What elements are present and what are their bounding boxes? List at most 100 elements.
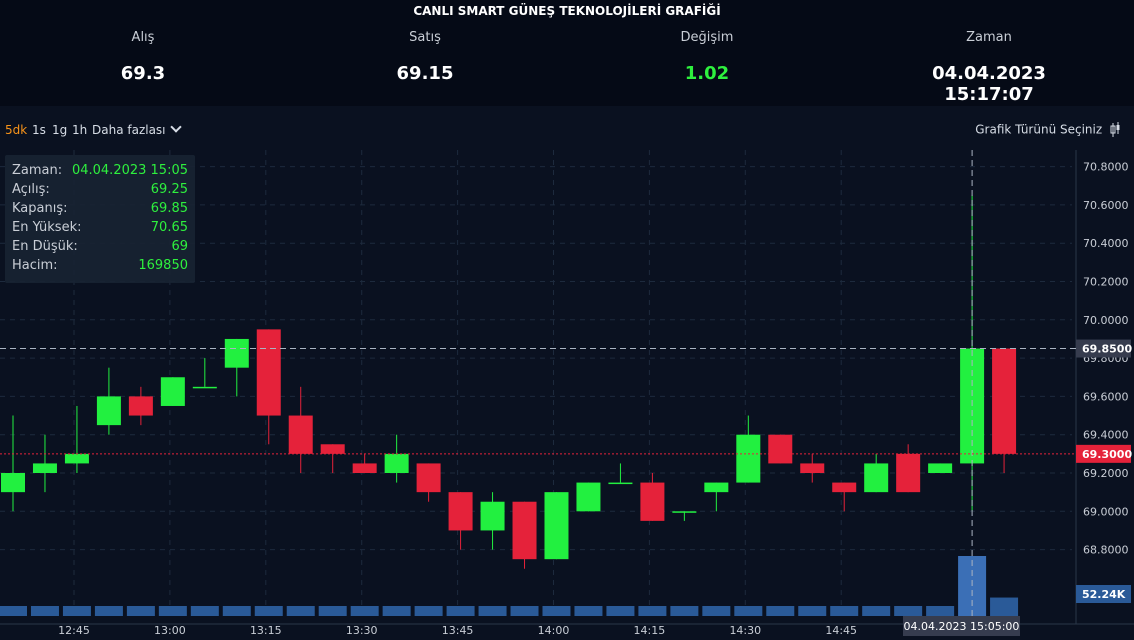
- candle-body: [992, 348, 1017, 454]
- volume-bar: [30, 606, 59, 616]
- tooltip-value: 69.25: [150, 182, 188, 197]
- candle-body: [672, 511, 697, 513]
- stat-ask-label: Satış: [409, 30, 441, 45]
- x-tick-label: 13:00: [154, 624, 186, 637]
- tooltip-row-open: Açılış: 69.25: [12, 182, 188, 201]
- tooltip-key: Hacim:: [12, 258, 58, 273]
- candlestick-icon: [1110, 122, 1120, 137]
- y-tick-label: 68.8000: [1083, 544, 1129, 557]
- volume-bar: [894, 606, 923, 616]
- volume-bar: [638, 606, 667, 616]
- candle-body: [1, 473, 25, 493]
- volume-bar: [286, 606, 315, 616]
- candle-body: [928, 463, 953, 473]
- interval-1h-button[interactable]: 1h: [72, 123, 87, 137]
- stat-ask-value: 69.15: [396, 63, 454, 84]
- tooltip-key: Kapanış:: [12, 201, 68, 216]
- x-tick-label: 13:30: [346, 624, 378, 637]
- candle-body: [320, 444, 345, 454]
- stat-change: Değişim 1.02: [607, 30, 807, 84]
- volume-bar: [158, 606, 187, 616]
- candle-body: [64, 453, 89, 464]
- candle-body: [448, 492, 473, 531]
- stat-time: Zaman 04.04.2023 15:17:07: [889, 30, 1089, 105]
- candle-body: [96, 396, 121, 426]
- interval-1g-button[interactable]: 1g: [52, 123, 67, 137]
- volume-bar: [94, 606, 123, 616]
- candle-body: [576, 482, 601, 512]
- x-tick-label: 14:00: [538, 624, 570, 637]
- candle-body: [416, 463, 441, 493]
- crosshair-time-label: 04.04.2023 15:05:00: [904, 620, 1020, 633]
- volume-bar: [734, 606, 763, 616]
- tooltip-row-low: En Düşük: 69: [12, 239, 188, 258]
- volume-bar: [766, 606, 795, 616]
- candle-body: [608, 482, 633, 485]
- x-tick-label: 14:45: [825, 624, 857, 637]
- stat-change-value: 1.02: [684, 63, 730, 84]
- tooltip-row-time: Zaman: 04.04.2023 15:05: [12, 163, 188, 182]
- tooltip-value: 70.65: [150, 220, 188, 235]
- volume-bar: [222, 606, 251, 616]
- volume-bar: [318, 606, 347, 616]
- candle-body: [480, 501, 505, 531]
- volume-bar: [254, 606, 283, 616]
- candle-body: [128, 396, 153, 416]
- stat-bid-value: 69.3: [120, 63, 166, 84]
- tooltip-key: En Düşük:: [12, 239, 78, 254]
- more-intervals-dropdown[interactable]: Daha fazlası: [92, 121, 182, 137]
- candle-body: [288, 415, 313, 454]
- candle-body: [896, 453, 921, 493]
- volume-bar: [862, 606, 891, 616]
- x-tick-label: 14:15: [634, 624, 666, 637]
- candle-body: [768, 434, 793, 464]
- tooltip-row-high: En Yüksek: 70.65: [12, 220, 188, 239]
- candle-body: [864, 463, 889, 493]
- volume-bar: [990, 597, 1019, 616]
- candle-body: [544, 492, 569, 560]
- volume-bar: [0, 606, 27, 616]
- y-tick-label: 70.8000: [1083, 161, 1129, 174]
- crosshair-price-label: 69.8500: [1082, 343, 1132, 356]
- volume-bar: [478, 606, 507, 616]
- volume-value-label: 52.24K: [1082, 588, 1126, 601]
- more-intervals-label: Daha fazlası: [92, 123, 166, 137]
- volume-bar: [542, 606, 571, 616]
- interval-5dk-button[interactable]: 5dk: [5, 123, 27, 137]
- tooltip-value: 169850: [138, 258, 188, 273]
- tooltip-key: En Yüksek:: [12, 220, 82, 235]
- candle-body: [256, 329, 281, 416]
- y-tick-label: 70.2000: [1083, 276, 1129, 289]
- candle-body: [32, 463, 57, 473]
- y-tick-label: 70.0000: [1083, 314, 1129, 327]
- volume-bar: [606, 606, 635, 616]
- volume-bar: [350, 606, 379, 616]
- stat-time-label: Zaman: [966, 30, 1012, 45]
- candle-body: [512, 501, 537, 560]
- x-tick-label: 12:45: [58, 624, 90, 637]
- volume-bar: [574, 606, 603, 616]
- stat-change-label: Değişim: [680, 30, 734, 45]
- interval-1s-button[interactable]: 1s: [32, 123, 46, 137]
- volume-bar: [414, 606, 443, 616]
- candle-body: [800, 463, 825, 473]
- y-tick-label: 69.4000: [1083, 429, 1129, 442]
- y-tick-label: 69.0000: [1083, 505, 1129, 518]
- candle-body: [384, 453, 409, 473]
- y-tick-label: 69.2000: [1083, 467, 1129, 480]
- tooltip-row-volume: Hacim: 169850: [12, 258, 188, 277]
- volume-bar: [62, 606, 91, 616]
- tooltip-key: Açılış:: [12, 182, 50, 197]
- tooltip-value: 04.04.2023 15:05: [71, 163, 188, 178]
- chart-toolbar: 5dk 1s 1g 1h Daha fazlası Grafik Türünü …: [0, 118, 1134, 144]
- x-tick-label: 13:15: [250, 624, 282, 637]
- candle-body: [832, 482, 857, 493]
- candle-body: [192, 386, 217, 389]
- y-tick-label: 70.4000: [1083, 237, 1129, 250]
- header-panel: CANLI SMART GÜNEŞ TEKNOLOJİLERİ GRAFİĞİ …: [0, 0, 1134, 106]
- candle-info-tooltip: Zaman: 04.04.2023 15:05 Açılış: 69.25 Kapa…: [5, 155, 195, 283]
- tooltip-value: 69.85: [150, 201, 188, 216]
- chart-type-selector[interactable]: Grafik Türünü Seçiniz: [975, 122, 1120, 138]
- candle-body: [640, 482, 665, 521]
- volume-bar: [510, 606, 539, 616]
